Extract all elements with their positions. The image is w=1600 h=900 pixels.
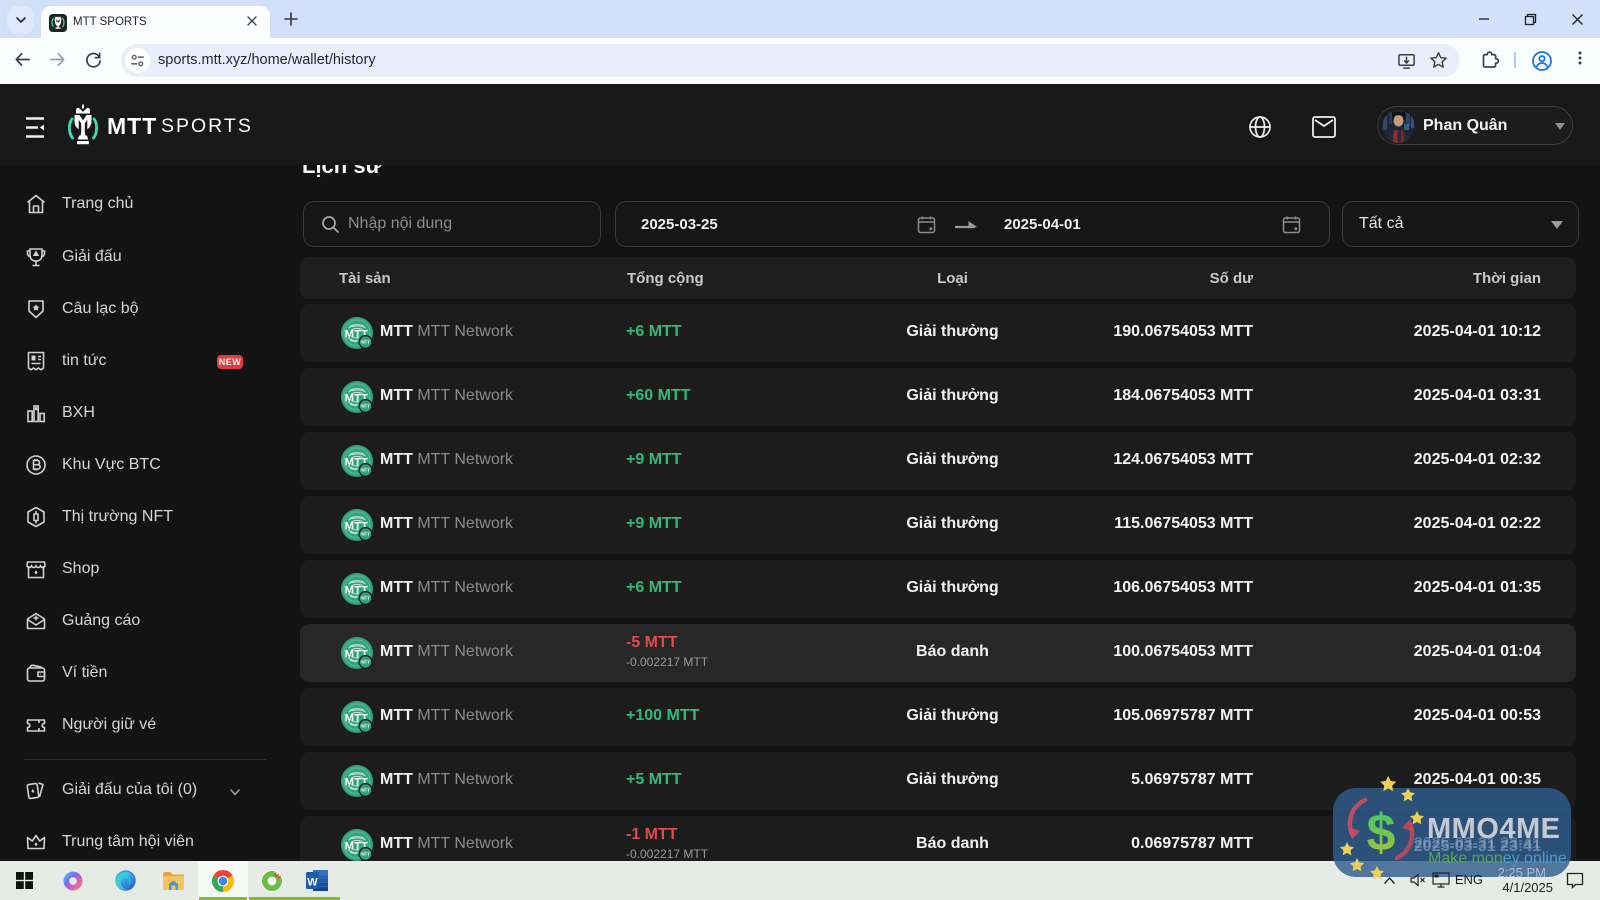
svg-text:$: $ <box>1367 804 1396 862</box>
svg-text:MTT: MTT <box>361 852 370 857</box>
svg-text:MTT: MTT <box>361 596 370 601</box>
svg-text:MTT: MTT <box>361 724 370 729</box>
svg-text:MTT: MTT <box>361 340 370 345</box>
svg-text:MTT: MTT <box>361 532 370 537</box>
svg-text:MTT: MTT <box>361 468 370 473</box>
svg-text:MTT: MTT <box>361 788 370 793</box>
svg-text:MTT: MTT <box>361 660 370 665</box>
svg-text:MTT: MTT <box>361 404 370 409</box>
svg-text:W: W <box>307 877 318 889</box>
